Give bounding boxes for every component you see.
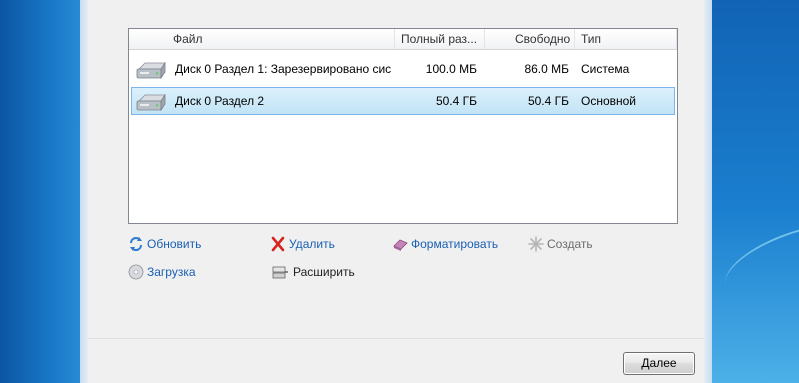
partition-row[interactable]: Диск 0 Раздел 1: Зарезервировано сист 10… bbox=[131, 55, 675, 83]
partition-free-space: 50.4 ГБ bbox=[527, 94, 569, 108]
partition-row-selected[interactable]: Диск 0 Раздел 2 50.4 ГБ 50.4 ГБ Основной bbox=[131, 87, 675, 115]
footer-divider bbox=[88, 338, 704, 339]
partition-list-header: Файл Полный раз... Свободно Тип bbox=[129, 29, 677, 50]
delete-x-icon bbox=[271, 236, 285, 252]
sparkle-icon bbox=[528, 236, 544, 252]
setup-window: Файл Полный раз... Свободно Тип Диск 0 Р… bbox=[80, 0, 712, 383]
desktop-background-right bbox=[712, 0, 799, 383]
create-button[interactable]: Создать bbox=[528, 234, 593, 252]
refresh-label: Обновить bbox=[147, 236, 202, 251]
partition-name: Диск 0 Раздел 2 bbox=[175, 94, 265, 108]
partition-name: Диск 0 Раздел 1: Зарезервировано сист bbox=[175, 62, 391, 76]
eraser-icon bbox=[393, 239, 408, 251]
hard-disk-icon bbox=[136, 61, 166, 80]
partition-total-size: 100.0 МБ bbox=[425, 62, 477, 76]
wallpaper-streak bbox=[716, 206, 799, 316]
load-driver-button[interactable]: Загрузка bbox=[128, 262, 196, 280]
window-client-area: Файл Полный раз... Свободно Тип Диск 0 Р… bbox=[88, 0, 704, 383]
extend-label: Расширить bbox=[293, 264, 355, 279]
create-label: Создать bbox=[547, 236, 593, 251]
format-label: Форматировать bbox=[411, 236, 499, 251]
partition-list[interactable]: Файл Полный раз... Свободно Тип Диск 0 Р… bbox=[128, 28, 678, 224]
format-button[interactable]: Форматировать bbox=[392, 234, 498, 252]
column-header-total-size[interactable]: Полный раз... bbox=[395, 29, 485, 49]
delete-label: Удалить bbox=[289, 236, 335, 251]
column-header-free[interactable]: Свободно bbox=[485, 29, 575, 49]
extend-icon bbox=[272, 266, 288, 279]
hard-disk-icon bbox=[136, 93, 166, 112]
delete-button[interactable]: Удалить bbox=[270, 234, 335, 252]
partition-free-space: 86.0 МБ bbox=[524, 62, 569, 76]
partition-type: Система bbox=[581, 62, 630, 76]
disc-icon bbox=[128, 264, 144, 280]
partition-total-size: 50.4 ГБ bbox=[435, 94, 477, 108]
extend-button[interactable]: Расширить bbox=[270, 262, 355, 280]
refresh-icon bbox=[130, 236, 142, 251]
column-header-name[interactable]: Файл bbox=[167, 29, 395, 49]
refresh-button[interactable]: Обновить bbox=[128, 234, 201, 252]
next-button[interactable]: Далее bbox=[623, 352, 695, 375]
load-driver-label: Загрузка bbox=[147, 264, 196, 279]
column-header-type[interactable]: Тип bbox=[575, 29, 677, 49]
partition-type: Основной bbox=[581, 94, 637, 108]
desktop-background-left bbox=[0, 0, 88, 383]
